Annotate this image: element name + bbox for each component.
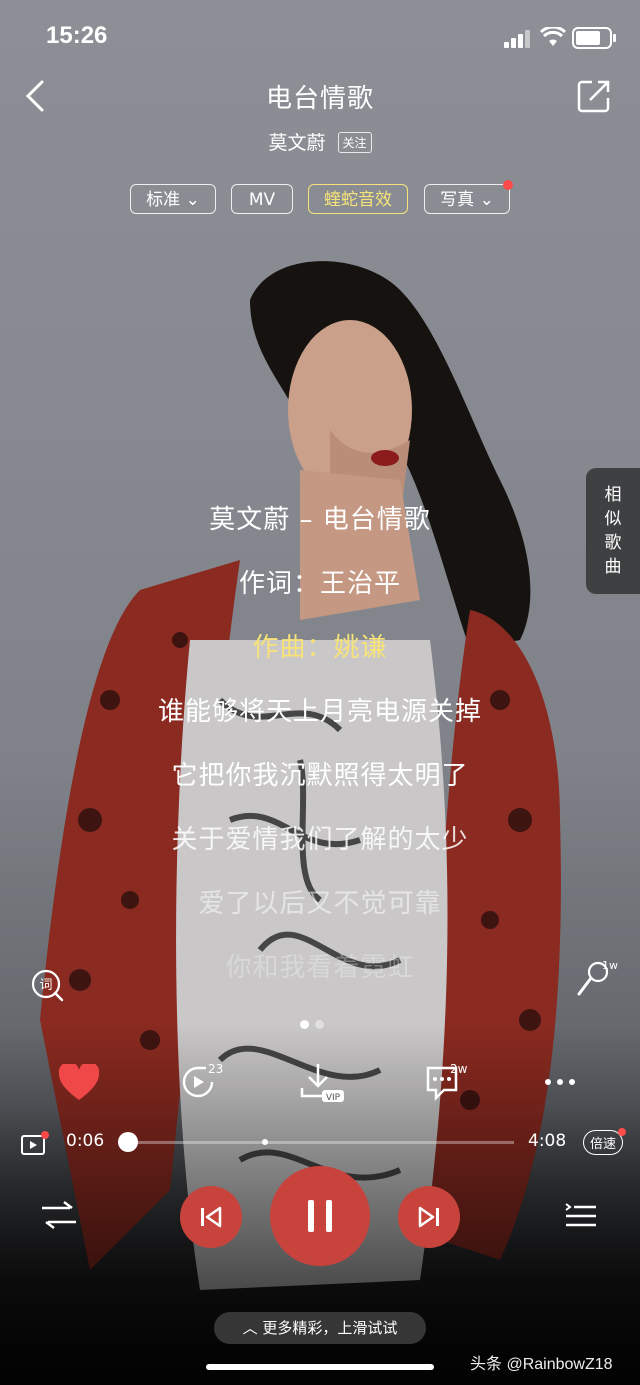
artist-name[interactable]: 莫文蔚 — [268, 132, 325, 154]
chevron-up-icon: ︿ — [242, 1319, 258, 1337]
lyric-line: 关于爱情我们了解的太少 — [171, 825, 469, 855]
action-row: 23 VIP 2w — [0, 1062, 640, 1112]
artist-row: 莫文蔚 关注 — [0, 128, 640, 155]
hint-text: 更多精彩，上滑试试 — [262, 1319, 398, 1337]
photo-label: 写真 — [440, 190, 475, 210]
watermark: 头条 @RainbowZ18 — [470, 1356, 613, 1373]
progress-knob[interactable] — [117, 1132, 138, 1152]
song-title: 电台情歌 — [265, 84, 374, 114]
notification-dot — [503, 180, 513, 190]
total-time: 4:08 — [528, 1131, 567, 1151]
next-icon — [418, 1206, 439, 1228]
page-indicator — [300, 1014, 330, 1033]
more-options-icon[interactable] — [540, 1072, 580, 1096]
mv-label: MV — [248, 190, 276, 210]
share-icon[interactable] — [576, 78, 612, 114]
page-dot — [315, 1020, 324, 1029]
lyrics-panel[interactable]: 莫文蔚 – 电台情歌 作词：王治平 作曲：姚谦 谁能够将天上月亮电源关掉 它把你… — [0, 500, 640, 1012]
progress-row: 0:06 4:08 — [0, 1128, 640, 1158]
previous-button[interactable] — [180, 1186, 242, 1248]
previous-icon — [201, 1206, 222, 1228]
lyric-line: 爱了以后又不觉可靠 — [198, 889, 442, 919]
comment-button[interactable]: 2w — [422, 1062, 467, 1106]
next-button[interactable] — [398, 1186, 460, 1248]
sound-effect-label: 蝰蛇音效 — [324, 190, 392, 210]
download-icon: VIP — [300, 1064, 344, 1103]
chevron-down-icon: ⌄ — [185, 190, 200, 210]
mic-badge: 1w — [602, 959, 618, 972]
wifi-icon — [540, 27, 566, 46]
photo-chip[interactable]: 写真 ⌄ — [424, 184, 510, 214]
mv-chip[interactable]: MV — [231, 184, 293, 214]
lyric-line: 作词：王治平 — [238, 569, 401, 599]
quality-chip[interactable]: 标准 ⌄ — [130, 184, 216, 214]
status-time: 15:26 — [46, 22, 108, 49]
status-bar: 15:26 — [0, 0, 640, 76]
home-indicator[interactable] — [206, 1364, 434, 1370]
signal-icon — [504, 30, 530, 48]
page-dot-active — [300, 1020, 309, 1029]
download-button[interactable]: VIP — [298, 1062, 348, 1110]
shuffle-icon[interactable] — [40, 1198, 78, 1232]
vip-badge: VIP — [326, 1093, 341, 1103]
playlist-icon[interactable] — [562, 1198, 598, 1230]
player-screen: 15:26 电台情歌 莫文蔚 关注 标准 ⌄ MV 蝰蛇音效 写真 ⌄ 相 似 … — [0, 0, 640, 1385]
lyric-line: 谁能够将天上月亮电源关掉 — [157, 697, 482, 727]
playback-controls — [0, 1166, 640, 1266]
notification-dot — [618, 1128, 626, 1136]
progress-marker — [261, 1139, 268, 1145]
playback-speed-button[interactable]: 倍速 — [583, 1130, 624, 1155]
sound-effect-chip[interactable]: 蝰蛇音效 — [308, 184, 408, 214]
current-time: 0:06 — [66, 1131, 105, 1151]
lyric-line: 你和我看着霓虹 — [225, 953, 415, 983]
like-heart-icon[interactable] — [58, 1064, 100, 1102]
lyric-line: 它把你我沉默照得太明了 — [171, 761, 469, 791]
quality-label: 标准 — [146, 190, 181, 210]
pause-button[interactable] — [270, 1166, 370, 1266]
swipe-up-hint[interactable]: ︿ 更多精彩，上滑试试 — [214, 1312, 426, 1344]
battery-icon — [572, 27, 616, 49]
lyric-icon-label: 词 — [39, 978, 52, 993]
lyric-line-active: 作曲：姚谦 — [252, 633, 388, 663]
pause-icon — [308, 1200, 332, 1232]
karaoke-mic-icon[interactable]: 1w — [576, 958, 622, 1004]
repeat-listen-button[interactable]: 23 — [178, 1062, 223, 1106]
repeat-count: 23 — [208, 1062, 224, 1076]
lyric-settings-icon[interactable]: 词 — [30, 968, 66, 1008]
comment-count: 2w — [450, 1062, 468, 1076]
mini-video-icon[interactable] — [20, 1130, 50, 1158]
progress-track[interactable] — [117, 1132, 514, 1152]
follow-button[interactable]: 关注 — [337, 132, 372, 153]
option-chips: 标准 ⌄ MV 蝰蛇音效 写真 ⌄ — [0, 180, 640, 218]
chevron-down-icon: ⌄ — [479, 190, 494, 210]
lyric-line: 莫文蔚 – 电台情歌 — [209, 505, 431, 535]
